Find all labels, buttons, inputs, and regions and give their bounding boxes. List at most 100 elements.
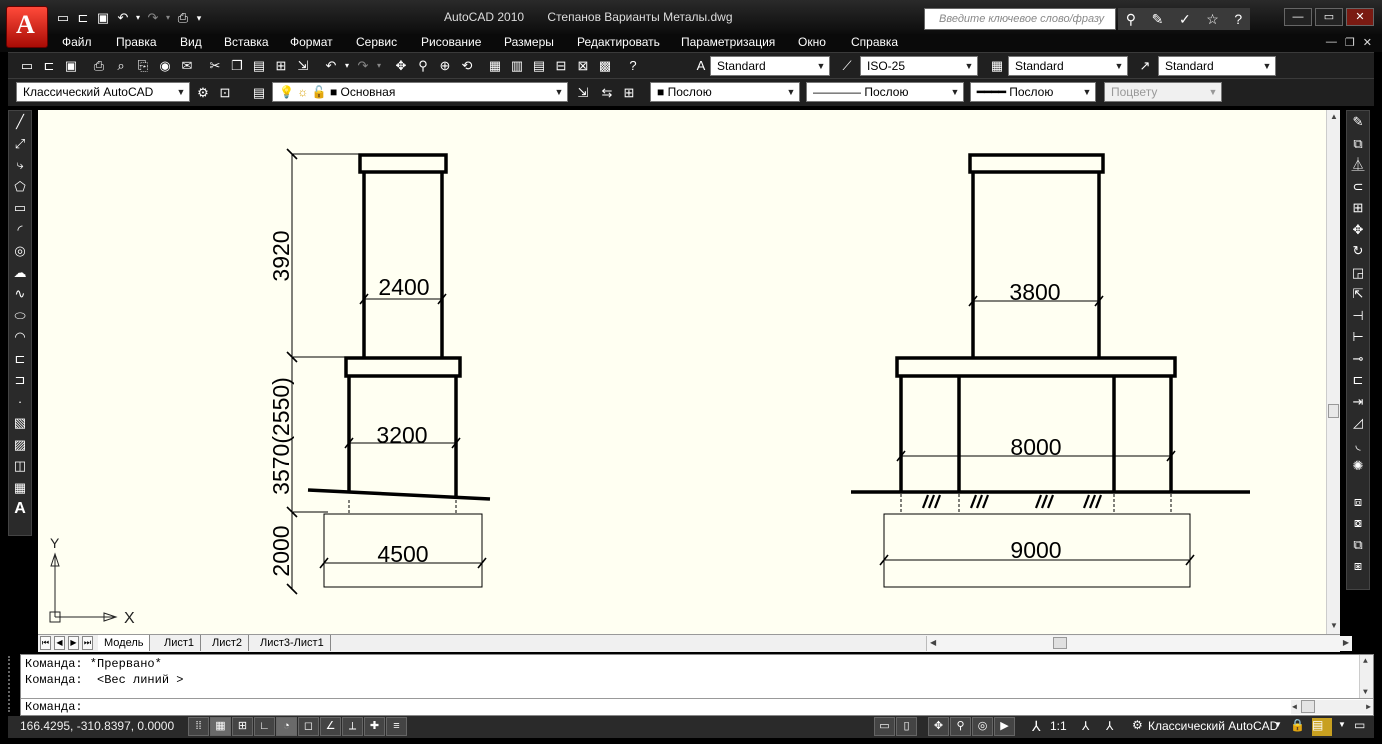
etransmit-icon[interactable]: ✉ (176, 56, 198, 76)
command-input[interactable]: Команда: ◀ ▶ (21, 698, 1373, 715)
help-icon[interactable]: ? (1234, 11, 1242, 27)
lineweight-select[interactable]: ━━━━ Послою ▼ (970, 82, 1096, 102)
multiline-text-icon[interactable]: A (9, 498, 31, 520)
tab-sheet1[interactable]: Лист1 (158, 635, 202, 651)
circle-icon[interactable]: ◎ (9, 240, 31, 262)
zoom-realtime-icon[interactable]: ⚲ (412, 56, 434, 76)
binoculars-icon[interactable]: ⚲ (1126, 11, 1136, 28)
markup-icon[interactable]: ⊠ (572, 56, 594, 76)
zoom-previous-icon[interactable]: ⟲ (456, 56, 478, 76)
send-under-icon[interactable]: ⧆ (1347, 555, 1369, 577)
stretch-icon[interactable]: ⇱ (1347, 283, 1369, 305)
layer-select[interactable]: 💡 ☼ 🔓 ■ Основная ▼ (272, 82, 568, 102)
undo-icon[interactable]: ↶ (320, 56, 342, 76)
command-horizontal-scrollbar[interactable]: ◀ ▶ (1291, 700, 1373, 714)
showmotion-icon[interactable]: ▶ (994, 717, 1015, 736)
cmd-scroll-down-icon[interactable]: ▼ (1363, 688, 1368, 697)
revision-cloud-icon[interactable]: ☁ (9, 262, 31, 284)
line-icon[interactable]: ╱ (9, 111, 31, 133)
text-style-icon[interactable]: A (690, 56, 712, 76)
calculator-icon[interactable]: ▩ (594, 56, 616, 76)
spline-icon[interactable]: ∿ (9, 283, 31, 305)
polygon-icon[interactable]: ⬠ (9, 176, 31, 198)
chamfer-icon[interactable]: ◿ (1347, 412, 1369, 434)
save-icon[interactable]: ▣ (60, 56, 82, 76)
pan-status-icon[interactable]: ✥ (928, 717, 949, 736)
snap-icon[interactable]: ▦ (210, 717, 231, 736)
ortho-icon[interactable]: ∟ (254, 717, 275, 736)
ducs-icon[interactable]: ⟂ (342, 717, 363, 736)
break-at-point-icon[interactable]: ⊸ (1347, 348, 1369, 370)
cmd-scroll-thumb[interactable] (1301, 700, 1315, 713)
minimize-button[interactable]: — (1284, 8, 1312, 26)
draw-order-front-icon[interactable]: ⧈ (1347, 491, 1369, 513)
menu-edit[interactable]: Правка (116, 35, 157, 49)
rectangle-icon[interactable]: ▭ (9, 197, 31, 219)
fillet-icon[interactable]: ◟ (1347, 434, 1369, 456)
construction-line-icon[interactable]: ⤢ (9, 133, 31, 155)
copy-object-icon[interactable]: ⧉ (1347, 133, 1369, 155)
arc-icon[interactable]: ◜ (9, 219, 31, 241)
sheet-set-icon[interactable]: ⊟ (550, 56, 572, 76)
tab-first-icon[interactable]: ⏮ (40, 636, 51, 650)
array-icon[interactable]: ⊞ (1347, 197, 1369, 219)
tab-next-icon[interactable]: ▶ (68, 636, 79, 650)
make-block-icon[interactable]: ⊐ (9, 369, 31, 391)
print-icon[interactable]: ⎙ (174, 9, 192, 27)
menu-tools[interactable]: Сервис (356, 35, 397, 49)
layer-manager-icon[interactable]: ▤ (248, 83, 270, 103)
plot-preview-icon[interactable]: ⌕ (110, 56, 132, 76)
vertical-scrollbar[interactable]: ▲ ▼ (1326, 110, 1340, 634)
workspace-dropdown-icon[interactable]: ▼ (1274, 720, 1282, 729)
open-icon[interactable]: ⊏ (38, 56, 60, 76)
annotation-scale-icon[interactable]: ⅄ (1032, 718, 1041, 735)
new-file-icon[interactable]: ▭ (54, 9, 72, 27)
gradient-icon[interactable]: ▨ (9, 434, 31, 456)
insert-block-icon[interactable]: ⊏ (9, 348, 31, 370)
properties-icon[interactable]: ▦ (484, 56, 506, 76)
model-space-icon[interactable]: ▭ (874, 717, 895, 736)
doc-minimize-icon[interactable]: — (1326, 36, 1337, 49)
tab-sheet3[interactable]: Лист3-Лист1 (254, 635, 331, 651)
text-style-select[interactable]: Standard ▼ (710, 56, 830, 76)
horizontal-scroll-thumb[interactable] (1053, 637, 1067, 649)
drawing-canvas[interactable]: 2400 3200 4500 3920 3570(2550) 2000 3800… (38, 110, 1326, 634)
scroll-up-icon[interactable]: ▲ (1330, 112, 1338, 121)
menu-help[interactable]: Справка (851, 35, 898, 49)
mirror-icon[interactable]: ⏅ (1347, 154, 1369, 176)
menu-modify[interactable]: Редактировать (577, 35, 660, 49)
statusbar-menu-icon[interactable]: ▼ (1338, 720, 1346, 729)
offset-icon[interactable]: ⊂ (1347, 176, 1369, 198)
command-history-scrollbar[interactable]: ▲ ▼ (1359, 655, 1373, 699)
undo-icon[interactable]: ↶ (114, 9, 132, 27)
doc-restore-icon[interactable]: ❐ (1345, 36, 1355, 49)
trim-icon[interactable]: ⊣ (1347, 305, 1369, 327)
design-center-icon[interactable]: ▥ (506, 56, 528, 76)
hatch-icon[interactable]: ▧ (9, 412, 31, 434)
auto-scale-icon[interactable]: ⅄ (1106, 719, 1113, 733)
publish-icon[interactable]: ⎘ (132, 56, 154, 76)
infer-constraints-icon[interactable]: ⁞⁞ (188, 717, 209, 736)
polar-icon[interactable]: ◔ (276, 717, 297, 736)
wrench-icon[interactable]: ✎ (1152, 11, 1164, 28)
open-file-icon[interactable]: ⊏ (74, 9, 92, 27)
linetype-select[interactable]: ———— Послою ▼ (806, 82, 964, 102)
annotation-scale-value[interactable]: 1:1 (1050, 719, 1067, 733)
otrack-icon[interactable]: ∠ (320, 717, 341, 736)
multileader-style-icon[interactable]: ↗ (1134, 56, 1156, 76)
communication-center-icon[interactable]: ✓ (1179, 11, 1191, 28)
region-icon[interactable]: ◫ (9, 455, 31, 477)
doc-close-icon[interactable]: ✕ (1363, 36, 1372, 49)
workspace-select[interactable]: Классический AutoCAD ▼ (16, 82, 190, 102)
cmd-scroll-right-icon[interactable]: ▶ (1366, 702, 1371, 712)
dim-style-icon[interactable]: ⟋ (836, 56, 858, 76)
menu-dimension[interactable]: Размеры (504, 35, 554, 49)
qat-dropdown-icon[interactable]: ▾ (194, 9, 204, 27)
layer-previous-icon[interactable]: ⇆ (596, 83, 618, 103)
dim-style-select[interactable]: ISO-25 ▼ (860, 56, 978, 76)
scroll-down-icon[interactable]: ▼ (1330, 621, 1338, 630)
maximize-button[interactable]: ▭ (1315, 8, 1343, 26)
zoom-window-icon[interactable]: ⊕ (434, 56, 456, 76)
cut-icon[interactable]: ✂ (204, 56, 226, 76)
rotate-icon[interactable]: ↻ (1347, 240, 1369, 262)
